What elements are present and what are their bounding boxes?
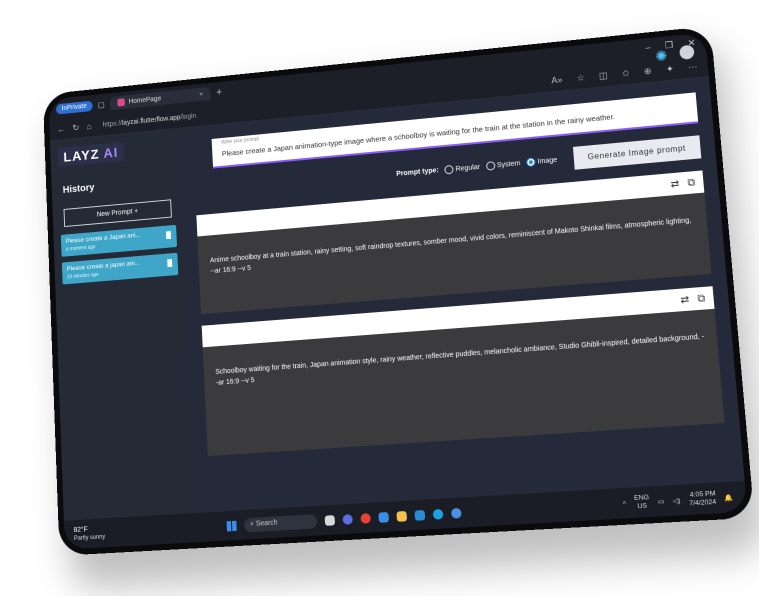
radio-system-label: System bbox=[497, 160, 521, 169]
theme-toggle-sun-icon[interactable]: ✺ bbox=[655, 47, 668, 65]
radio-regular-label: Regular bbox=[455, 164, 480, 173]
collections-icon[interactable]: ⊕ bbox=[643, 65, 652, 77]
new-tab-icon[interactable]: + bbox=[216, 87, 223, 99]
copy-icon[interactable]: ⧉ bbox=[697, 292, 705, 304]
delete-icon[interactable] bbox=[166, 231, 171, 239]
read-aloud-icon[interactable]: A» bbox=[551, 74, 563, 86]
logo-row: LAYZ AI bbox=[58, 137, 173, 167]
url-host: layzai.flutterflow.app bbox=[122, 114, 181, 126]
history-title: History bbox=[63, 175, 175, 196]
radio-image-label: Image bbox=[537, 157, 557, 166]
chrome-icon[interactable] bbox=[360, 513, 371, 524]
radio-regular[interactable]: Regular bbox=[444, 162, 480, 174]
copy-icon[interactable]: ⧉ bbox=[687, 177, 695, 189]
favicon-icon bbox=[117, 98, 125, 106]
taskbar-apps: ⌕ Search bbox=[226, 506, 462, 534]
inprivate-badge[interactable]: InPrivate bbox=[56, 100, 93, 114]
edge-icon[interactable] bbox=[378, 512, 389, 523]
weather-desc: Partly sunny bbox=[74, 534, 105, 543]
radio-image[interactable]: Image bbox=[526, 155, 557, 167]
radio-icon bbox=[444, 165, 454, 175]
prompt-type-label: Prompt type: bbox=[396, 167, 439, 178]
radio-selected-icon bbox=[526, 157, 536, 167]
home-icon[interactable]: ⌂ bbox=[86, 121, 91, 131]
logo-ai-text: AI bbox=[103, 144, 118, 161]
system-tray: ^ ENG US ▭ ◁) 4:05 PM 7/4/2024 🔔 bbox=[622, 489, 734, 513]
main-content: ✺ Write your prompt Please create a Japa… bbox=[179, 77, 745, 513]
taskbar-search[interactable]: ⌕ Search bbox=[244, 514, 317, 532]
radio-system[interactable]: System bbox=[486, 159, 521, 171]
chevron-up-icon[interactable]: ^ bbox=[623, 500, 627, 508]
back-icon[interactable]: ← bbox=[57, 124, 66, 134]
close-tab-icon[interactable]: × bbox=[199, 91, 203, 98]
app-body: LAYZ AI History New Prompt + Please crea… bbox=[50, 77, 745, 521]
url-prefix: https:// bbox=[102, 120, 122, 128]
volume-icon[interactable]: ◁) bbox=[672, 496, 680, 505]
tablet-device: InPrivate ▢ HomePage × + – ❐ ✕ ← ↻ ⌂ htt… bbox=[43, 26, 755, 556]
history-item[interactable]: Please create a Japan ani... a moment ag… bbox=[61, 225, 177, 257]
url-path: /login bbox=[180, 112, 196, 120]
logo-text: LAYZ bbox=[63, 146, 100, 164]
clock-date: 7/4/2024 bbox=[689, 499, 717, 508]
skype-icon[interactable] bbox=[415, 510, 426, 521]
chat-icon[interactable] bbox=[343, 514, 354, 525]
screen: InPrivate ▢ HomePage × + – ❐ ✕ ← ↻ ⌂ htt… bbox=[48, 32, 747, 549]
clock[interactable]: 4:05 PM 7/4/2024 bbox=[688, 490, 717, 509]
sidebar: LAYZ AI History New Prompt + Please crea… bbox=[50, 129, 197, 521]
url-field[interactable]: https://layzai.flutterflow.app/login bbox=[102, 112, 196, 128]
app-logo[interactable]: LAYZ AI bbox=[58, 142, 125, 167]
weather-widget[interactable]: 82°F Partly sunny bbox=[74, 526, 106, 543]
history-item[interactable]: Please create a japan ani... 10 minutes … bbox=[62, 253, 179, 285]
lang-bottom: US bbox=[637, 502, 647, 510]
app-icon[interactable] bbox=[451, 508, 462, 519]
regenerate-icon[interactable]: ⇄ bbox=[680, 294, 690, 306]
clock-time: 4:05 PM bbox=[689, 490, 715, 499]
tab-title: HomePage bbox=[128, 95, 161, 105]
folder-icon[interactable] bbox=[396, 511, 407, 522]
language-indicator[interactable]: ENG US bbox=[634, 493, 650, 512]
lang-top: ENG bbox=[634, 493, 649, 501]
new-prompt-button[interactable]: New Prompt + bbox=[64, 199, 172, 227]
generate-image-prompt-button[interactable]: Generate Image prompt bbox=[573, 135, 702, 169]
notification-bell-icon[interactable]: 🔔 bbox=[724, 493, 733, 502]
split-screen-icon[interactable]: ◫ bbox=[598, 70, 608, 82]
regenerate-icon[interactable]: ⇄ bbox=[670, 178, 680, 190]
favorites-icon[interactable]: ✩ bbox=[621, 67, 630, 79]
more-icon[interactable]: ⋯ bbox=[688, 61, 698, 73]
delete-icon[interactable] bbox=[167, 259, 172, 267]
avatar[interactable] bbox=[679, 45, 695, 60]
refresh-icon[interactable]: ↻ bbox=[72, 122, 79, 133]
start-icon[interactable] bbox=[227, 521, 237, 532]
browser-icon[interactable] bbox=[433, 509, 444, 520]
tab-actions-icon[interactable]: ▢ bbox=[98, 100, 105, 109]
prompt-input-label: Write your prompt bbox=[221, 136, 259, 145]
taskbar-search-label: Search bbox=[256, 519, 278, 527]
minimize-icon[interactable]: – bbox=[645, 42, 651, 53]
radio-icon bbox=[486, 161, 496, 171]
extensions-icon[interactable]: ✦ bbox=[665, 63, 674, 75]
result-card: ⇄ ⧉ Schoolboy waiting for the train, Jap… bbox=[202, 286, 725, 456]
file-icon[interactable] bbox=[325, 515, 335, 526]
favorite-star-icon[interactable]: ☆ bbox=[576, 72, 585, 84]
network-icon[interactable]: ▭ bbox=[657, 497, 664, 506]
